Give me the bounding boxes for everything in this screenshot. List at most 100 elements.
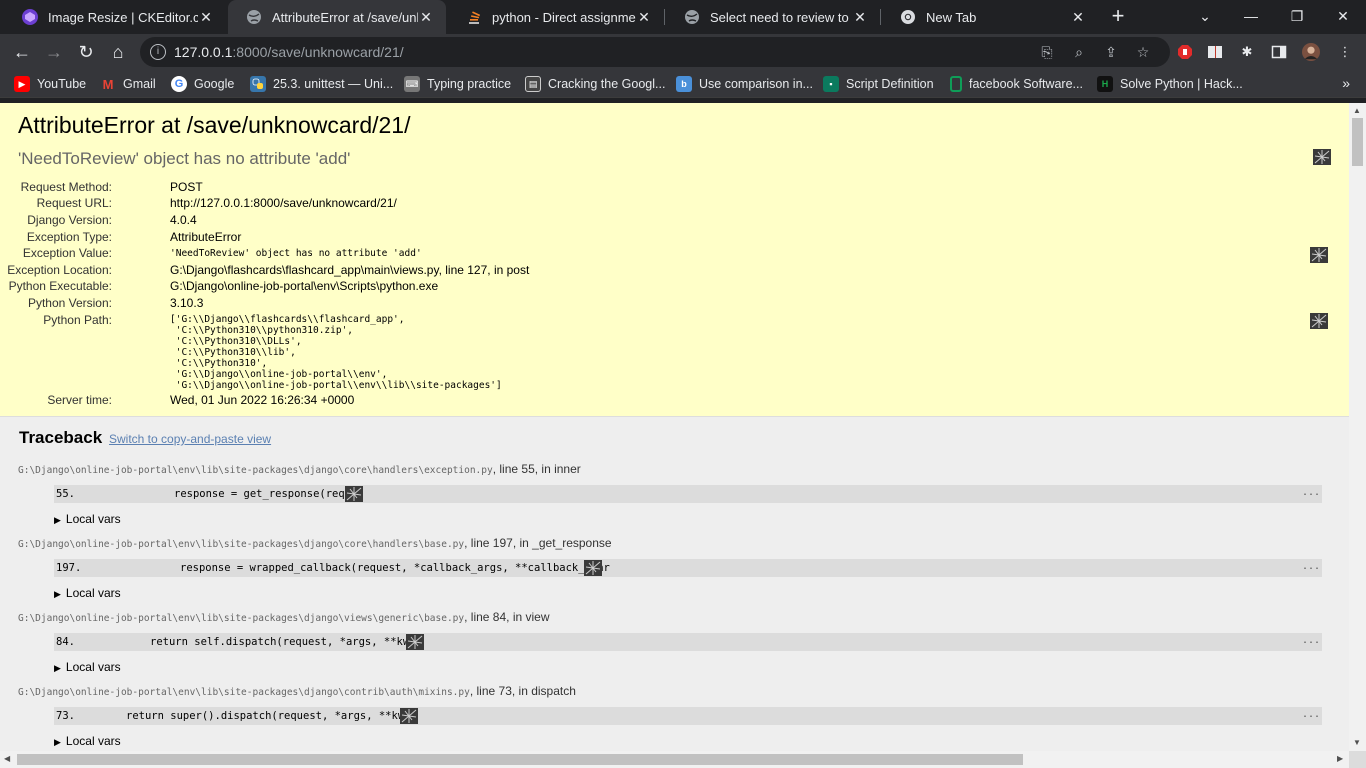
chevron-down-icon[interactable]: ⌄ <box>1182 0 1228 32</box>
avatar[interactable] <box>1302 43 1320 61</box>
local-vars-toggle[interactable]: ▶ Local vars <box>54 734 121 748</box>
tab-title: New Tab <box>926 9 977 25</box>
tab-select-review[interactable]: Select need to review to char ✕ <box>666 0 880 34</box>
tab-attributeerror[interactable]: AttributeError at /save/unknc ✕ <box>228 0 446 34</box>
new-tab-button[interactable]: + <box>1106 5 1130 29</box>
switch-view-link[interactable]: Switch to copy-and-paste view <box>109 432 271 446</box>
bookmarks-bar: ▶ YouTube M Gmail G Google 25.3. unittest —… <box>0 70 1366 98</box>
bookmark-unittest[interactable]: 25.3. unittest — Uni... <box>250 75 393 93</box>
paint-brush-icon[interactable] <box>345 486 363 502</box>
forward-button[interactable]: → <box>42 40 66 64</box>
vertical-scroll-thumb[interactable] <box>1352 118 1363 166</box>
tab-stackoverflow[interactable]: python - Direct assignment t ✕ <box>448 0 664 34</box>
window-close-button[interactable]: ✕ <box>1320 0 1366 32</box>
close-icon[interactable]: ✕ <box>198 9 214 26</box>
dictionary-icon: ▪ <box>823 76 839 92</box>
paint-brush-icon[interactable] <box>1310 247 1328 263</box>
triangle-right-icon: ▶ <box>54 737 61 747</box>
stackoverflow-icon <box>466 9 482 25</box>
tab-new-tab[interactable]: New Tab ✕ <box>882 0 1098 34</box>
frame-file: G:\Django\online-job-portal\env\lib\site… <box>18 684 576 698</box>
adblock-extension-icon[interactable] <box>1176 43 1194 61</box>
page-title: AttributeError at /save/unknowcard/21/ <box>18 112 411 138</box>
frame-file: G:\Django\online-job-portal\env\lib\site… <box>18 462 581 476</box>
code-line[interactable]: 84. return self.dispatch(request, *args,… <box>54 633 1322 651</box>
paint-brush-icon[interactable] <box>1310 313 1328 329</box>
bookmark-google[interactable]: G Google <box>171 75 234 93</box>
zoom-icon[interactable]: ⌕ <box>1070 43 1088 61</box>
comparison-icon: b <box>676 76 692 92</box>
vertical-scrollbar[interactable]: ▲ ▼ <box>1349 103 1366 751</box>
info-icon[interactable]: i <box>150 44 166 60</box>
kebab-menu-icon[interactable]: ⋮ <box>1336 43 1354 61</box>
tab-title: AttributeError at /save/unknc <box>272 9 418 25</box>
side-panel-icon[interactable] <box>1270 43 1288 61</box>
home-button[interactable]: ⌂ <box>106 40 130 64</box>
scroll-up-icon[interactable]: ▲ <box>1353 106 1361 115</box>
scrollbar-corner <box>1349 751 1366 768</box>
bookmark-youtube[interactable]: ▶ YouTube <box>14 75 86 93</box>
frame-file: G:\Django\online-job-portal\env\lib\site… <box>18 536 612 550</box>
triangle-right-icon: ▶ <box>54 663 61 673</box>
close-icon[interactable]: ✕ <box>1070 9 1086 26</box>
back-button[interactable]: ← <box>10 40 34 64</box>
frame-file: G:\Django\online-job-portal\env\lib\site… <box>18 610 550 624</box>
translate-icon[interactable]: ⎘ <box>1038 43 1056 61</box>
gmail-icon: M <box>102 76 114 92</box>
google-icon: G <box>171 76 187 92</box>
bookmark-typing-practice[interactable]: ⌨ Typing practice <box>404 75 511 93</box>
reload-button[interactable]: ↻ <box>74 40 98 64</box>
bookmark-script-definition[interactable]: ▪ Script Definition <box>823 75 934 93</box>
traceback-heading: Traceback <box>19 428 103 447</box>
chevron-right-icon[interactable]: » <box>1342 75 1350 91</box>
tab-separator <box>664 9 665 25</box>
ckeditor-icon <box>22 9 38 25</box>
puzzle-extensions-icon[interactable]: ✱ <box>1238 43 1256 61</box>
triangle-right-icon: ▶ <box>54 589 61 599</box>
share-icon[interactable]: ⇪ <box>1102 43 1120 61</box>
tab-title: python - Direct assignment t <box>492 9 636 25</box>
page-content: AttributeError at /save/unknowcard/21/ '… <box>0 103 1349 751</box>
document-icon: ▤ <box>525 76 541 92</box>
bookmark-hackerrank[interactable]: H Solve Python | Hack... <box>1097 75 1243 93</box>
browser-toolbar: ← → ↻ ⌂ i 127.0.0.1:8000/save/unknowcard… <box>0 34 1366 70</box>
keyboard-icon: ⌨ <box>404 76 420 92</box>
horizontal-scrollbar[interactable]: ◀ ▶ <box>0 751 1349 768</box>
tab-ckeditor[interactable]: Image Resize | CKEditor.com ✕ <box>4 0 226 34</box>
close-icon[interactable]: ✕ <box>852 9 868 26</box>
url-host: 127.0.0.1 <box>174 44 233 60</box>
triangle-right-icon: ▶ <box>54 515 61 525</box>
tab-strip: Image Resize | CKEditor.com ✕ AttributeE… <box>0 0 1366 34</box>
restore-button[interactable]: ❐ <box>1274 0 1320 32</box>
paint-brush-icon[interactable] <box>584 560 602 576</box>
bookmark-use-comparison[interactable]: b Use comparison in... <box>676 75 813 93</box>
local-vars-toggle[interactable]: ▶ Local vars <box>54 660 121 674</box>
horizontal-scroll-thumb[interactable] <box>17 754 1023 765</box>
scroll-down-icon[interactable]: ▼ <box>1353 738 1361 747</box>
minimize-button[interactable]: — <box>1228 0 1274 32</box>
bookmark-facebook-software[interactable]: facebook Software... <box>950 75 1083 93</box>
close-icon[interactable]: ✕ <box>636 9 652 26</box>
paint-brush-icon[interactable] <box>406 634 424 650</box>
scroll-right-icon[interactable]: ▶ <box>1337 754 1343 763</box>
local-vars-toggle[interactable]: ▶ Local vars <box>54 512 121 526</box>
exception-subtitle: 'NeedToReview' object has no attribute '… <box>18 149 351 168</box>
close-icon[interactable]: ✕ <box>418 9 434 26</box>
reader-extension-icon[interactable] <box>1206 43 1224 61</box>
paint-brush-icon[interactable] <box>1313 149 1331 165</box>
globe-icon <box>246 9 262 25</box>
bookmark-cracking-google[interactable]: ▤ Cracking the Googl... <box>525 75 665 93</box>
phone-icon <box>950 76 962 92</box>
address-bar[interactable]: i 127.0.0.1:8000/save/unknowcard/21/ ⎘ ⌕… <box>140 37 1170 67</box>
globe-icon <box>684 9 700 25</box>
traceback-section: Traceback Switch to copy-and-paste view … <box>0 417 1349 751</box>
paint-brush-icon[interactable] <box>400 708 418 724</box>
scroll-left-icon[interactable]: ◀ <box>4 754 10 763</box>
bookmark-gmail[interactable]: M Gmail <box>100 75 156 93</box>
local-vars-toggle[interactable]: ▶ Local vars <box>54 586 121 600</box>
bookmark-star-icon[interactable]: ☆ <box>1134 43 1152 61</box>
code-line[interactable]: 197. response = wrapped_callback(request… <box>54 559 1322 577</box>
code-line[interactable]: 55. response = get_response(reque ... <box>54 485 1322 503</box>
code-line[interactable]: 73. return super().dispatch(request, *ar… <box>54 707 1322 725</box>
python-icon <box>250 76 266 92</box>
